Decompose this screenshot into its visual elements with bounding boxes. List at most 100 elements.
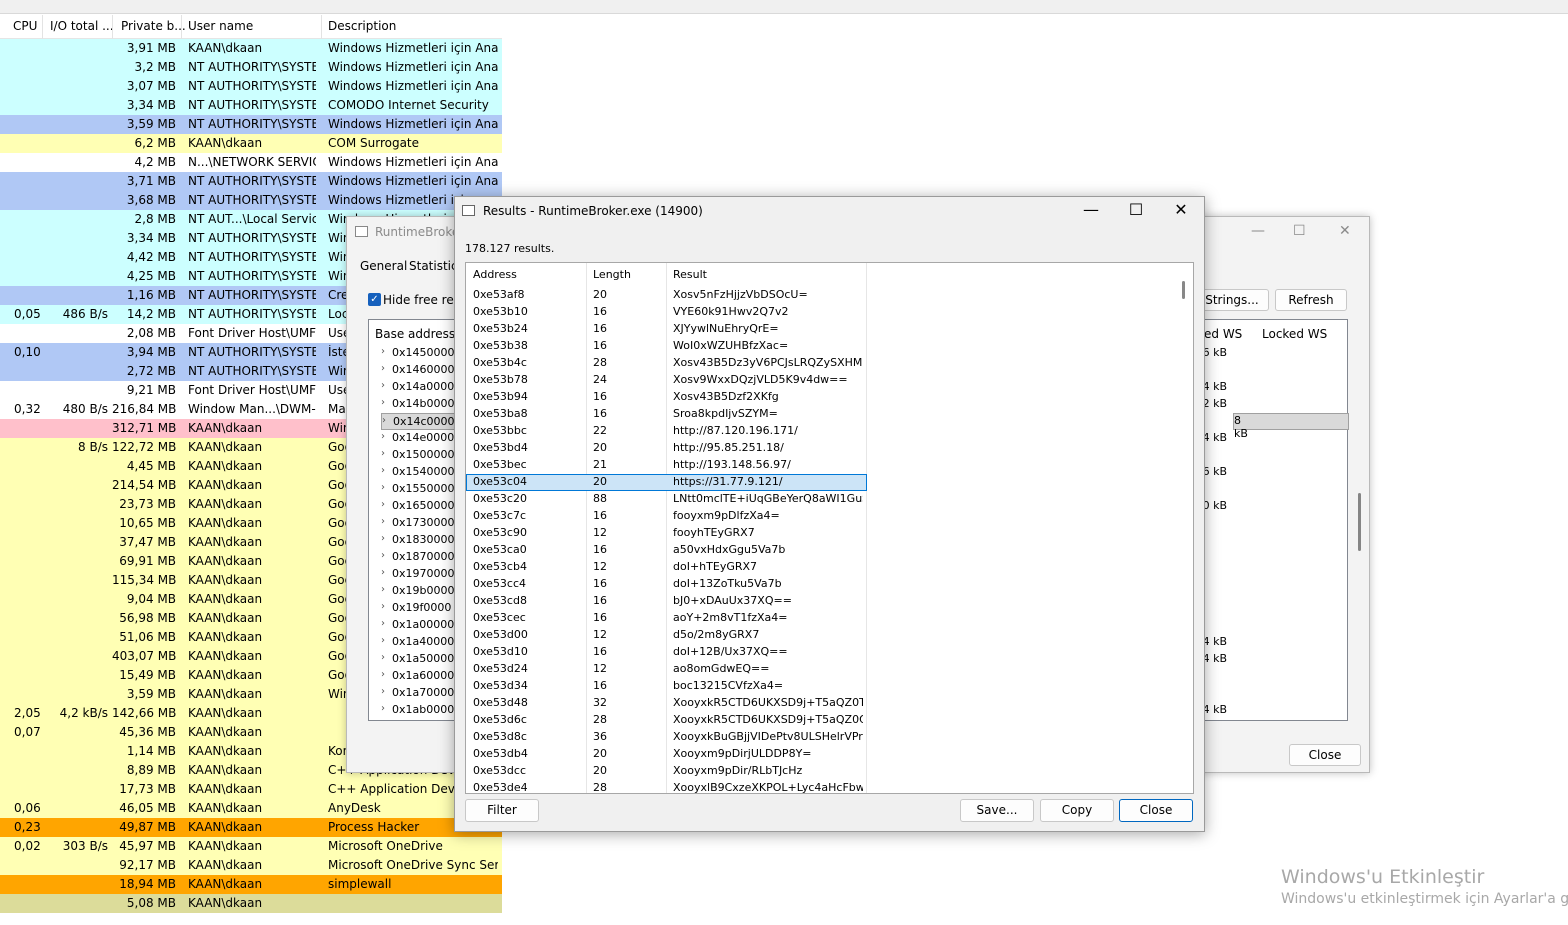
chevron-right-icon[interactable]: › xyxy=(381,397,385,408)
chevron-right-icon[interactable]: › xyxy=(381,533,385,544)
result-row[interactable]: 0xe53db4 20 Xooyxm9pDirjULDDP8Y= xyxy=(466,746,867,763)
chevron-right-icon[interactable]: › xyxy=(381,635,385,646)
save-button[interactable]: Save... xyxy=(960,799,1034,822)
minimize-icon[interactable]: — xyxy=(1081,200,1101,219)
tab-general[interactable]: General xyxy=(360,259,407,273)
process-row[interactable]: 5,08 MB KAAN\dkaan xyxy=(0,894,502,913)
chevron-right-icon[interactable]: › xyxy=(381,618,385,629)
chevron-right-icon[interactable]: › xyxy=(381,499,385,510)
close-button[interactable]: Close xyxy=(1289,744,1361,766)
base-address-value: 0x14a0000 xyxy=(392,380,455,393)
result-row[interactable]: 0xe53bbc 22 http://87.120.196.171/ xyxy=(466,423,867,440)
process-row[interactable]: 0,23 49,87 MB KAAN\dkaan Process Hacker xyxy=(0,818,502,837)
chevron-right-icon[interactable]: › xyxy=(381,550,385,561)
process-row[interactable]: 3,07 MB NT AUTHORITY\SYSTEM Windows Hizmet… xyxy=(0,77,502,96)
result-row[interactable]: 0xe53af8 20 Xosv5nFzHjjzVbDSOcU= xyxy=(466,287,867,304)
strings-button[interactable]: Strings... xyxy=(1195,289,1269,311)
close-button[interactable]: Close xyxy=(1119,799,1193,822)
column-length[interactable]: Length xyxy=(593,268,631,281)
result-row[interactable]: 0xe53cc4 16 doI+13ZoTku5Va7b xyxy=(466,576,867,593)
chevron-right-icon[interactable]: › xyxy=(382,415,386,426)
filter-button[interactable]: Filter xyxy=(465,799,539,822)
process-row[interactable]: 0,02 303 B/s 45,97 MB KAAN\dkaan Microsoft O… xyxy=(0,837,502,856)
process-row[interactable]: 3,91 MB KAAN\dkaan Windows Hizmetleri için… xyxy=(0,39,502,58)
result-row[interactable]: 0xe53d34 16 boc13215CVfzXa4= xyxy=(466,678,867,695)
process-row[interactable]: 92,17 MB KAAN\dkaan Microsoft OneDrive Syn… xyxy=(0,856,502,875)
column-user-name[interactable]: User name xyxy=(188,19,253,33)
minimize-icon[interactable]: — xyxy=(1251,223,1265,239)
result-row[interactable]: 0xe53d6c 28 XooyxkR5CTD6UKXSD9j+T5aQZ0Q= xyxy=(466,712,867,729)
results-dialog[interactable]: Results - RuntimeBroker.exe (14900) — ☐ … xyxy=(454,196,1205,832)
scrollbar[interactable] xyxy=(1358,493,1361,551)
maximize-icon[interactable]: ☐ xyxy=(1293,223,1306,239)
column-result[interactable]: Result xyxy=(673,268,707,281)
result-row[interactable]: 0xe53cd8 16 bJ0+xDAuUx37XQ== xyxy=(466,593,867,610)
result-row[interactable]: 0xe53b94 16 Xosv43B5Dzf2XKfg xyxy=(466,389,867,406)
chevron-right-icon[interactable]: › xyxy=(381,363,385,374)
column-address[interactable]: Address xyxy=(473,268,517,281)
process-row[interactable]: 3,34 MB NT AUTHORITY\SYSTEM COMODO Interne… xyxy=(0,96,502,115)
scrollbar[interactable] xyxy=(1182,281,1185,299)
column-description[interactable]: Description xyxy=(328,19,396,33)
column-private-bytes[interactable]: Private b... xyxy=(121,19,186,33)
process-row[interactable]: 17,73 MB KAAN\dkaan C++ Application Develo xyxy=(0,780,502,799)
result-row[interactable]: 0xe53c90 12 fooyhTEyGRX7 xyxy=(466,525,867,542)
results-list[interactable]: Address Length Result 0xe53af8 20 Xosv5nFz… xyxy=(465,262,1194,794)
process-row[interactable]: 3,68 MB NT AUTHORITY\SYSTEM Windows Hizmet… xyxy=(0,191,502,210)
chevron-right-icon[interactable]: › xyxy=(381,703,385,714)
result-row[interactable]: 0xe53b38 16 WoI0xWZUHBfzXac= xyxy=(466,338,867,355)
result-cell: WoI0xWZUHBfzXac= xyxy=(673,339,789,352)
close-icon[interactable]: ✕ xyxy=(1171,200,1191,219)
hide-free-checkbox[interactable]: ✓ xyxy=(368,293,381,306)
chevron-right-icon[interactable]: › xyxy=(381,686,385,697)
process-row[interactable]: 0,06 46,05 MB KAAN\dkaan AnyDesk xyxy=(0,799,502,818)
address-cell: 0xe53d10 xyxy=(473,645,528,658)
result-row[interactable]: 0xe53d8c 36 XooyxkBuGBjjVIDePtv8ULSHelrVPr… xyxy=(466,729,867,746)
result-row[interactable]: 0xe53bec 21 http://193.148.56.97/ xyxy=(466,457,867,474)
chevron-right-icon[interactable]: › xyxy=(381,431,385,442)
result-row[interactable]: 0xe53b4c 28 Xosv43B5Dz3yV6PCJsLRQZySXHM= xyxy=(466,355,867,372)
chevron-right-icon[interactable]: › xyxy=(381,465,385,476)
result-row[interactable]: 0xe53b24 16 XJYywlNuEhryQrE= xyxy=(466,321,867,338)
result-row[interactable]: 0xe53b78 24 Xosv9WxxDQzjVLD5K9v4dw== xyxy=(466,372,867,389)
process-row[interactable]: 3,59 MB NT AUTHORITY\SYSTEM Windows Hizmet… xyxy=(0,115,502,134)
result-row[interactable]: 0xe53b10 16 VYE60k91Hwv2Q7v2 xyxy=(466,304,867,321)
process-row[interactable]: 4,2 MB N...\NETWORK SERVICE Windows Hizmet… xyxy=(0,153,502,172)
column-cpu[interactable]: CPU xyxy=(13,19,37,33)
chevron-right-icon[interactable]: › xyxy=(381,567,385,578)
chevron-right-icon[interactable]: › xyxy=(381,516,385,527)
chevron-right-icon[interactable]: › xyxy=(381,448,385,459)
chevron-right-icon[interactable]: › xyxy=(381,601,385,612)
process-row[interactable]: 18,94 MB KAAN\dkaan simplewall xyxy=(0,875,502,894)
chevron-right-icon[interactable]: › xyxy=(381,482,385,493)
result-row[interactable]: 0xe53ba8 16 Sroa8kpdIjvSZYM= xyxy=(466,406,867,423)
chevron-right-icon[interactable]: › xyxy=(381,346,385,357)
result-row[interactable]: 0xe53cec 16 aoY+2m8vT1fzXa4= xyxy=(466,610,867,627)
result-cell: aoY+2m8vT1fzXa4= xyxy=(673,611,788,624)
io-cell: 8 B/s xyxy=(78,440,108,454)
result-row[interactable]: 0xe53d48 32 XooyxkR5CTD6UKXSD9j+T5aQZ0T... xyxy=(466,695,867,712)
result-row[interactable]: 0xe53cb4 12 doI+hTEyGRX7 xyxy=(466,559,867,576)
copy-button[interactable]: Copy xyxy=(1040,799,1114,822)
column-io-total[interactable]: I/O total ... xyxy=(50,19,114,33)
result-row[interactable]: 0xe53c20 88 LNtt0mclTE+iUqGBeYerQ8aWI1GuS.… xyxy=(466,491,867,508)
chevron-right-icon[interactable]: › xyxy=(381,652,385,663)
result-row[interactable]: 0xe53c7c 16 fooyxm9pDlfzXa4= xyxy=(466,508,867,525)
result-row[interactable]: 0xe53d10 16 doI+12B/Ux37XQ== xyxy=(466,644,867,661)
process-row[interactable]: 3,2 MB NT AUTHORITY\SYSTEM Windows Hizmetl… xyxy=(0,58,502,77)
chevron-right-icon[interactable]: › xyxy=(381,669,385,680)
result-row[interactable]: 0xe53bd4 20 http://95.85.251.18/ xyxy=(466,440,867,457)
result-row[interactable]: 0xe53de4 28 XooyxlB9CxzeXKPOL+Lyc4aHcFbw xyxy=(466,780,867,793)
result-row[interactable]: 0xe53dcc 20 Xooyxm9pDir/RLbTJcHz xyxy=(466,763,867,780)
chevron-right-icon[interactable]: › xyxy=(381,584,385,595)
close-icon[interactable]: ✕ xyxy=(1339,223,1351,239)
process-row[interactable]: 6,2 MB KAAN\dkaan COM Surrogate xyxy=(0,134,502,153)
chevron-right-icon[interactable]: › xyxy=(381,380,385,391)
refresh-button[interactable]: Refresh xyxy=(1275,289,1347,311)
result-row[interactable]: 0xe53ca0 16 a50vxHdxGgu5Va7b xyxy=(466,542,867,559)
process-row[interactable]: 3,71 MB NT AUTHORITY\SYSTEM Windows Hizmet… xyxy=(0,172,502,191)
maximize-icon[interactable]: ☐ xyxy=(1126,200,1146,219)
result-row[interactable]: 0xe53d00 12 d5o/2m8yGRX7 xyxy=(466,627,867,644)
result-row[interactable]: 0xe53d24 12 ao8omGdwEQ== xyxy=(466,661,867,678)
result-row[interactable]: 0xe53c04 20 https://31.77.9.121/ xyxy=(466,474,867,491)
